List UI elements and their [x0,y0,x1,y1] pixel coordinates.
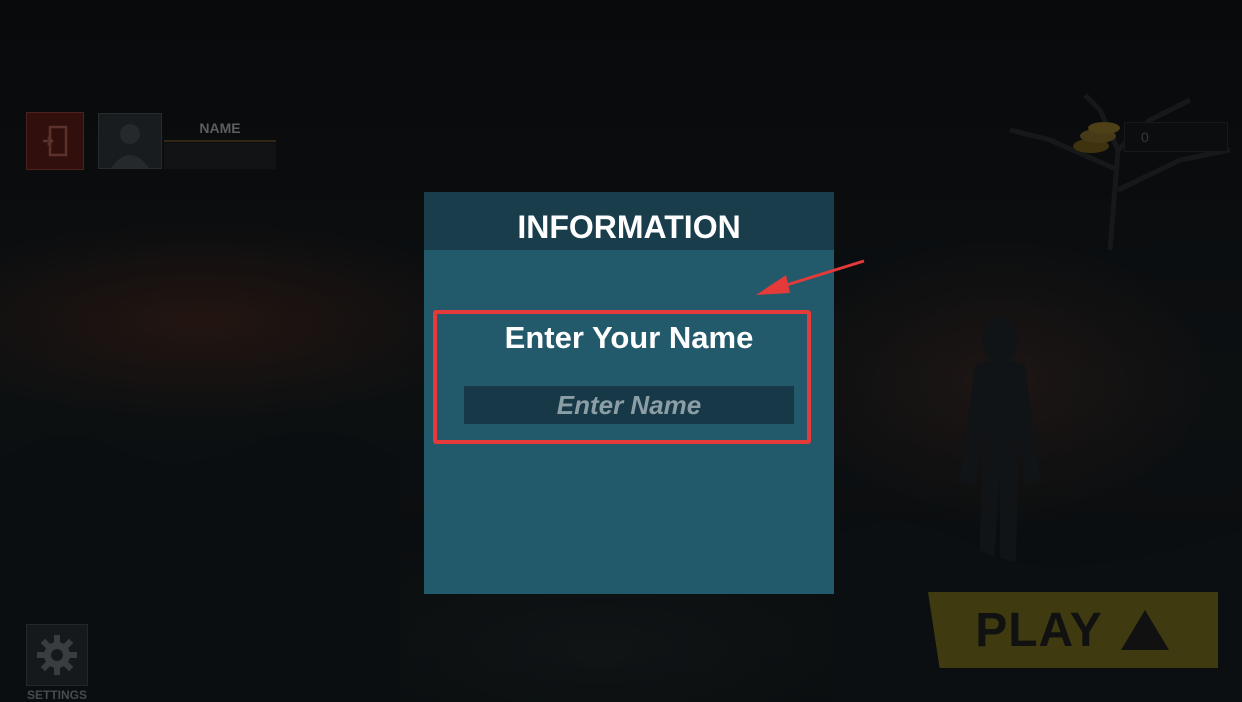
annotation-highlight-box [433,310,811,444]
dialog-header: INFORMATION [424,192,834,250]
annotation-arrow-icon [756,259,865,295]
dialog-title: INFORMATION [517,209,741,245]
